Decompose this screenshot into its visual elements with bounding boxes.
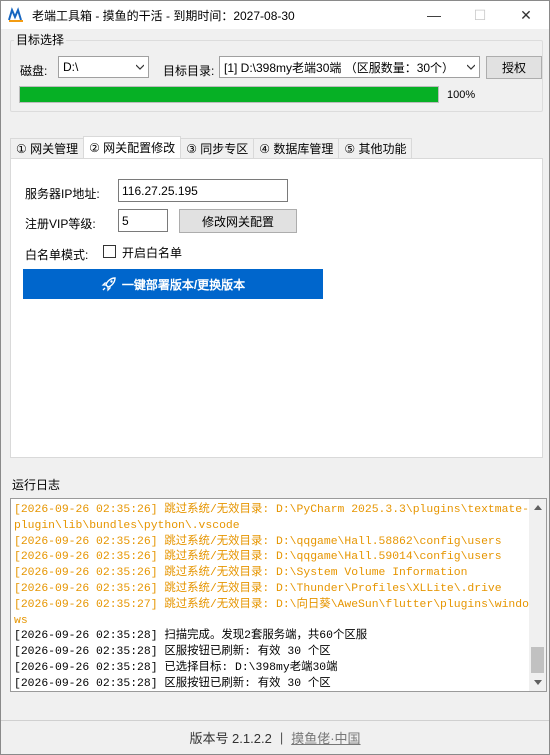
log-line: [2026-09-26 02:35:28] 区服按钮已刷新: 有效 30 个区 — [14, 646, 331, 659]
window-controls: — ☐ ✕ — [411, 1, 549, 29]
tab-bar: ① 网关管理 ② 网关配置修改 ③ 同步专区 ④ 数据库管理 ⑤ 其他功能 — [10, 136, 413, 158]
tab-1[interactable]: ① 网关管理 — [10, 138, 85, 158]
scan-progress-bar — [19, 86, 439, 103]
modify-gateway-button[interactable]: 修改网关配置 — [179, 209, 297, 233]
log-line: [2026-09-26 02:35:26] 跳过系统/无效目录: D:\Thun… — [14, 582, 502, 595]
log-textarea[interactable]: [2026-09-26 02:35:26] 跳过系统/无效目录: D:\PyCh… — [10, 498, 547, 692]
log-line: [2026-09-26 02:35:26] 跳过系统/无效目录: D:\qqga… — [14, 551, 502, 564]
log-label: 运行日志 — [12, 478, 61, 492]
chevron-down-icon — [467, 64, 475, 70]
tab-2[interactable]: ② 网关配置修改 — [83, 136, 182, 158]
footer-divider — [1, 720, 549, 721]
chevron-down-icon — [136, 64, 144, 70]
whitelist-mode-label: 白名单模式: — [25, 248, 89, 262]
log-line: [2026-09-26 02:35:26] 跳过系统/无效目录: D:\qqga… — [14, 535, 502, 548]
target-dir-select[interactable]: [1] D:\398my老端30端 （区服数量：30个） — [219, 56, 480, 78]
app-logo-icon — [8, 7, 24, 23]
vip-level-value: 5 — [122, 213, 129, 228]
window-title: 老端工具箱 - 摸鱼的干活 - 到期时间：2027-08-30 — [32, 8, 295, 23]
title-bar[interactable]: 老端工具箱 - 摸鱼的干活 - 到期时间：2027-08-30 — ☐ ✕ — [1, 1, 549, 29]
target-group-label: 目标选择 — [14, 31, 67, 48]
footer-link[interactable]: 摸鱼佬·中国 — [291, 728, 360, 747]
log-line: [2026-09-26 02:35:26] 跳过系统/无效目录: D:\Syst… — [14, 567, 468, 580]
log-line: [2026-09-26 02:35:28] 扫描完成。发现2套服务端，共60个区… — [14, 630, 368, 643]
vip-level-input[interactable]: 5 — [118, 209, 168, 232]
log-lines: [2026-09-26 02:35:26] 跳过系统/无效目录: D:\PyCh… — [14, 503, 529, 691]
target-dir-select-value: [1] D:\398my老端30端 （区服数量：30个） — [224, 60, 455, 75]
server-ip-input[interactable]: 116.27.25.195 — [118, 179, 288, 202]
tab-4[interactable]: ④ 数据库管理 — [253, 138, 340, 158]
scroll-thumb[interactable] — [531, 647, 544, 673]
tab-5[interactable]: ⑤ 其他功能 — [338, 138, 413, 158]
close-button[interactable]: ✕ — [503, 1, 549, 29]
server-ip-value: 116.27.25.195 — [122, 183, 198, 198]
version-text: 版本号 2.1.2.2 — [189, 730, 272, 746]
disk-label: 磁盘: — [20, 64, 48, 78]
scroll-up-icon[interactable] — [529, 499, 546, 516]
minimize-button[interactable]: — — [411, 1, 457, 29]
server-ip-label: 服务器IP地址: — [25, 187, 100, 201]
log-line: [2026-09-26 02:35:26] 跳过系统/无效目录: D:\PyCh… — [14, 504, 529, 532]
deploy-version-label: 一键部署版本/更换版本 — [121, 277, 246, 292]
footer: 版本号 2.1.2.2 | 摸鱼佬·中国 — [1, 727, 549, 747]
log-scrollbar[interactable] — [529, 499, 546, 691]
footer-separator: | — [279, 729, 284, 745]
auth-button[interactable]: 授权 — [486, 56, 542, 79]
log-line: [2026-09-26 02:35:28] 区服按钮已刷新: 有效 30 个区 — [14, 677, 331, 690]
disk-select[interactable]: D:\ — [58, 56, 149, 78]
vip-level-label: 注册VIP等级: — [25, 217, 96, 231]
tab-3[interactable]: ③ 同步专区 — [180, 138, 255, 158]
app-window: 老端工具箱 - 摸鱼的干活 - 到期时间：2027-08-30 — ☐ ✕ 目标… — [0, 0, 550, 755]
rocket-icon — [101, 277, 116, 292]
target-dir-label: 目标目录: — [163, 64, 215, 78]
maximize-button[interactable]: ☐ — [457, 1, 503, 29]
progress-fill — [20, 87, 438, 102]
log-line: [2026-09-26 02:35:27] 跳过系统/无效目录: D:\向日葵\… — [14, 598, 529, 627]
scroll-down-icon[interactable] — [529, 674, 546, 691]
deploy-version-button[interactable]: 一键部署版本/更换版本 — [23, 269, 323, 299]
disk-select-value: D:\ — [63, 60, 79, 74]
tab-panel-gateway-config — [10, 158, 543, 458]
log-line: [2026-09-26 02:35:28] 已选择目标: D:\398my老端3… — [14, 661, 338, 674]
progress-percent: 100% — [447, 89, 476, 101]
whitelist-checkbox-label[interactable]: 开启白名单 — [122, 244, 182, 261]
whitelist-checkbox[interactable] — [103, 245, 116, 258]
